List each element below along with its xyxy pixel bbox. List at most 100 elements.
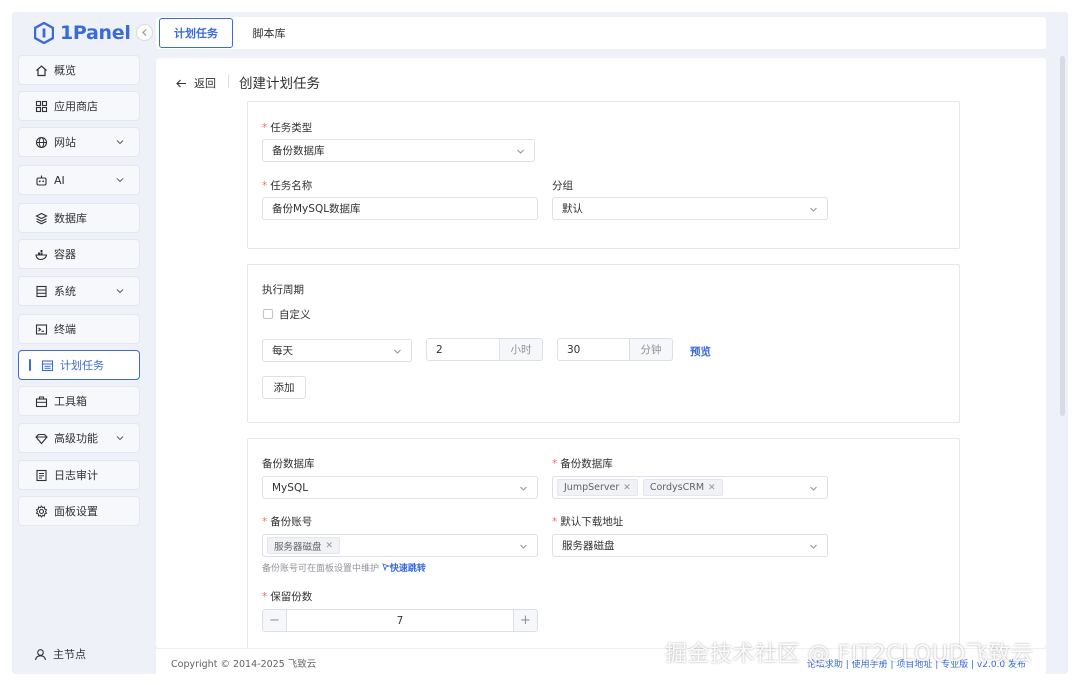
preview-link[interactable]: 预览 <box>690 344 711 359</box>
chevron-down-icon <box>520 486 527 491</box>
tag-close-icon[interactable]: ✕ <box>708 483 716 493</box>
minute-unit: 分钟 <box>630 338 673 361</box>
active-indicator <box>29 359 31 371</box>
hour-value: 2 <box>436 343 443 356</box>
gear-icon <box>35 504 48 518</box>
sidebar-item-label: 容器 <box>54 248 76 261</box>
logo[interactable]: 1Panel <box>34 20 131 46</box>
globe-icon <box>35 136 48 149</box>
copyright: Copyright © 2014-2025 飞致云 <box>171 659 317 670</box>
sidebar-item-label: 工具箱 <box>54 395 87 408</box>
group-select[interactable]: 默认 <box>552 197 828 220</box>
retain-value[interactable]: 7 <box>287 610 513 631</box>
custom-checkbox[interactable] <box>263 309 273 319</box>
tab-script-library[interactable]: 脚本库 <box>244 18 294 48</box>
header-divider <box>228 74 229 88</box>
sidebar-item-overview[interactable]: 概览 <box>18 55 140 85</box>
sidebar-item-terminal[interactable]: 终端 <box>18 314 140 344</box>
db-multi-select[interactable]: JumpServer ✕ CordysCRM ✕ <box>552 476 828 499</box>
task-type-label: * 任务类型 <box>262 122 313 134</box>
node-label: 主节点 <box>53 648 86 661</box>
logo-text: 1Panel <box>60 22 131 44</box>
task-name-input[interactable]: 备份MySQL数据库 <box>262 197 538 220</box>
tag-close-icon[interactable]: ✕ <box>623 483 631 493</box>
node-selector[interactable]: 主节点 <box>34 646 86 662</box>
server-icon <box>35 285 48 298</box>
toolbox-icon <box>35 395 48 408</box>
sidebar-item-database[interactable]: 数据库 <box>18 203 140 233</box>
sidebar-item-label: AI <box>54 173 65 187</box>
hour-input[interactable]: 2 <box>426 338 500 361</box>
back-button[interactable]: 返回 <box>176 75 216 91</box>
retain-number-input[interactable]: − 7 + <box>262 609 538 632</box>
frequency-select[interactable]: 每天 <box>262 339 412 362</box>
sidebar-item-label: 系统 <box>54 285 76 298</box>
tag-close-icon[interactable]: ✕ <box>326 541 334 551</box>
collapse-sidebar-button[interactable] <box>136 24 153 41</box>
sidebar-item-cron-jobs[interactable]: 计划任务 <box>18 350 140 380</box>
account-multi-select[interactable]: 服务器磁盘 ✕ <box>262 534 538 557</box>
period-label: 执行周期 <box>262 284 304 296</box>
chevron-down-icon <box>116 289 124 294</box>
watermark: 掘金技术社区 @ FIT2CLOUD飞致云 <box>665 642 1034 667</box>
logo-icon <box>34 22 54 44</box>
db-tag: CordysCRM ✕ <box>642 479 723 496</box>
chevron-down-icon <box>810 486 817 491</box>
db-type-select[interactable]: MySQL <box>262 476 538 499</box>
user-icon <box>34 648 47 660</box>
basic-info-section: * 任务类型 备份数据库 * 任务名称 备份MySQL数据库 分组 默认 <box>247 101 960 249</box>
docker-icon <box>35 248 48 261</box>
sidebar-item-system[interactable]: 系统 <box>18 276 140 306</box>
sidebar-item-label: 网站 <box>54 136 76 149</box>
sidebar-item-ai[interactable]: AI <box>18 165 140 195</box>
sidebar-item-website[interactable]: 网站 <box>18 127 140 157</box>
app-window: 1Panel 概览 应用商店 网站 AI 数据库 容器 系统 终端 计划任务 工… <box>12 12 1068 674</box>
tab-cron-jobs[interactable]: 计划任务 <box>159 18 233 48</box>
db-type-value: MySQL <box>272 481 309 494</box>
download-select[interactable]: 服务器磁盘 <box>552 534 828 557</box>
add-button[interactable]: 添加 <box>262 376 306 399</box>
page-title: 创建计划任务 <box>239 76 320 92</box>
back-label: 返回 <box>194 77 216 90</box>
group-label: 分组 <box>552 180 573 192</box>
sidebar: 1Panel 概览 应用商店 网站 AI 数据库 容器 系统 终端 计划任务 工… <box>12 12 153 674</box>
chevron-down-icon <box>810 207 817 212</box>
chevron-down-icon <box>116 140 124 145</box>
sidebar-item-label: 终端 <box>54 323 76 336</box>
sidebar-item-label: 面板设置 <box>54 505 98 518</box>
decrease-button[interactable]: − <box>263 610 287 631</box>
layers-icon <box>35 212 48 225</box>
sidebar-item-app-store[interactable]: 应用商店 <box>18 91 140 121</box>
minute-value: 30 <box>567 343 581 356</box>
sidebar-item-advanced[interactable]: 高级功能 <box>18 423 140 453</box>
db-tag: JumpServer ✕ <box>557 479 638 496</box>
chevron-down-icon <box>810 544 817 549</box>
sidebar-item-label: 日志审计 <box>54 469 98 482</box>
custom-label[interactable]: 自定义 <box>279 307 311 322</box>
jump-link[interactable]: 快速跳转 <box>382 563 426 574</box>
pointer-icon <box>382 563 391 572</box>
group-value: 默认 <box>562 203 583 215</box>
frequency-value: 每天 <box>272 345 293 357</box>
download-label: * 默认下载地址 <box>552 516 624 528</box>
sidebar-item-label: 数据库 <box>54 212 87 225</box>
sidebar-item-container[interactable]: 容器 <box>18 239 140 269</box>
home-icon <box>35 64 48 77</box>
top-tabs: 计划任务 脚本库 <box>156 17 1046 49</box>
sidebar-item-log-audit[interactable]: 日志审计 <box>18 460 140 490</box>
apps-grid-icon <box>35 100 48 113</box>
sidebar-item-toolbox[interactable]: 工具箱 <box>18 386 140 416</box>
task-type-select[interactable]: 备份数据库 <box>262 139 535 162</box>
scrollbar-thumb[interactable] <box>1060 56 1065 416</box>
chevron-left-icon <box>142 29 147 36</box>
sidebar-item-panel-settings[interactable]: 面板设置 <box>18 496 140 526</box>
chevron-down-icon <box>116 178 124 183</box>
sidebar-item-label: 应用商店 <box>54 100 98 113</box>
db-type-label: 备份数据库 <box>262 458 315 470</box>
minute-input[interactable]: 30 <box>557 338 630 361</box>
hour-unit: 小时 <box>500 338 543 361</box>
robot-icon <box>35 174 48 187</box>
chevron-down-icon <box>116 436 124 441</box>
retain-label: * 保留份数 <box>262 591 313 603</box>
increase-button[interactable]: + <box>513 610 537 631</box>
